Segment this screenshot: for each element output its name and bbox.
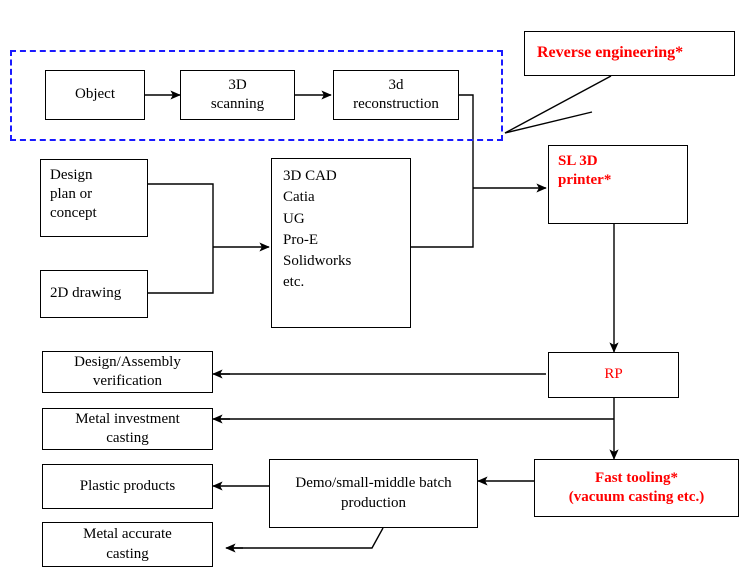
node-reverse-engineering[interactable]: Reverse engineering* [524, 31, 735, 76]
node-fast-tooling[interactable]: Fast tooling* (vacuum casting etc.) [534, 459, 739, 517]
edge-designplan-bus [148, 183, 214, 247]
node-sl-3d-printer-label: SL 3D printer* [558, 153, 612, 189]
node-cad-software[interactable]: 3D CAD Catia UG Pro-E Solidworks etc. [271, 158, 411, 328]
node-demo-production-label: Demo/small-middle batch production [295, 475, 452, 511]
callout-leader-lower [504, 75, 612, 134]
node-3d-reconstruction-label: 3d reconstruction [353, 76, 439, 112]
node-3d-scanning-label: 3D scanning [210, 76, 265, 112]
node-fast-tooling-label: Fast tooling* (vacuum casting etc.) [568, 469, 705, 505]
node-sl-3d-printer[interactable]: SL 3D printer* [548, 145, 688, 224]
node-metal-accurate-casting[interactable]: Metal accurate casting [42, 522, 213, 567]
edge-demo-to-metalaccurate-seg [229, 527, 384, 549]
callout-leader-upper [504, 111, 593, 134]
node-cad-software-label: 3D CAD Catia UG Pro-E Solidworks etc. [283, 168, 352, 291]
flowchart-canvas: Object 3D scanning 3d reconstruction Rev… [0, 0, 751, 581]
node-rp[interactable]: RP [548, 352, 679, 398]
edge-cad-bus [411, 188, 474, 248]
node-design-verification[interactable]: Design/Assembly verification [42, 351, 213, 393]
node-2d-drawing-label: 2D drawing [50, 285, 122, 302]
node-design-verification-label: Design/Assembly verification [74, 353, 181, 389]
node-2d-drawing[interactable]: 2D drawing [40, 270, 148, 318]
node-metal-investment-casting[interactable]: Metal investment casting [42, 408, 213, 450]
node-object-label: Object [75, 86, 115, 103]
node-metal-investment-casting-label: Metal investment casting [75, 410, 180, 446]
node-3d-scanning[interactable]: 3D scanning [180, 70, 295, 120]
edge-2ddrawing-bus [148, 247, 214, 294]
node-rp-label: RP [604, 366, 623, 383]
node-plastic-products[interactable]: Plastic products [42, 464, 213, 509]
node-3d-reconstruction[interactable]: 3d reconstruction [333, 70, 459, 120]
node-object[interactable]: Object [45, 70, 145, 120]
node-design-plan[interactable]: Design plan or concept [40, 159, 148, 237]
node-metal-accurate-casting-label: Metal accurate casting [83, 526, 172, 562]
node-reverse-engineering-label: Reverse engineering* [537, 44, 684, 62]
node-design-plan-label: Design plan or concept [50, 167, 97, 222]
node-plastic-products-label: Plastic products [79, 477, 176, 494]
node-demo-production[interactable]: Demo/small-middle batch production [269, 459, 478, 528]
